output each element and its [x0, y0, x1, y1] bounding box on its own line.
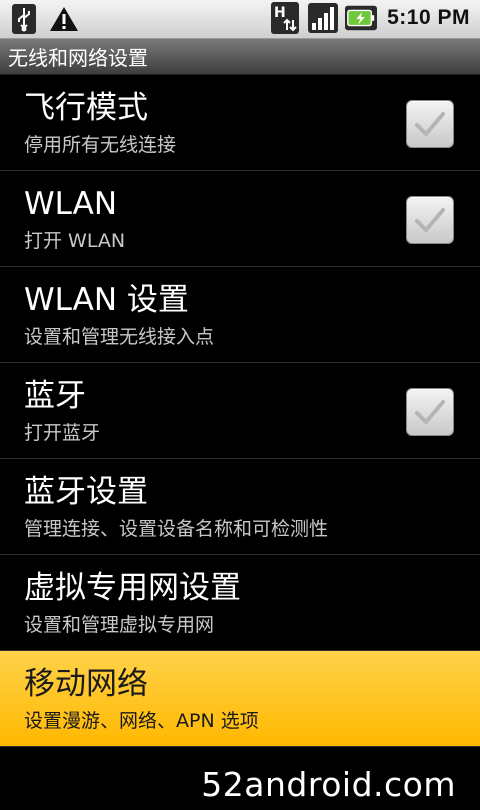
setting-title: WLAN 设置: [24, 282, 189, 318]
hspa-data-icon: H: [269, 2, 301, 34]
setting-subtitle: 设置和管理无线接入点: [24, 326, 215, 348]
check-icon: [415, 400, 445, 424]
setting-title: WLAN: [24, 186, 118, 222]
setting-subtitle: 设置和管理虚拟专用网: [24, 614, 215, 636]
bluetooth-checkbox[interactable]: [406, 388, 454, 436]
settings-list: 飞行模式 停用所有无线连接 WLAN 打开 WLAN WLAN 设置 设置和管理…: [0, 75, 480, 747]
status-bar: H 5:10 PM: [0, 0, 480, 39]
setting-wlan[interactable]: WLAN 打开 WLAN: [0, 171, 480, 267]
setting-bluetooth-settings[interactable]: 蓝牙设置 管理连接、设置设备名称和可检测性: [0, 459, 480, 555]
check-icon: [415, 208, 445, 232]
setting-subtitle: 设置漫游、网络、APN 选项: [24, 710, 259, 732]
setting-title: 移动网络: [24, 666, 148, 702]
warning-icon: [48, 3, 80, 35]
setting-title: 蓝牙设置: [24, 474, 148, 510]
setting-title: 蓝牙: [24, 378, 86, 414]
setting-subtitle: 停用所有无线连接: [24, 134, 177, 156]
page-title: 无线和网络设置: [8, 46, 148, 70]
setting-airplane-mode[interactable]: 飞行模式 停用所有无线连接: [0, 75, 480, 171]
setting-title: 飞行模式: [24, 90, 148, 126]
check-icon: [415, 112, 445, 136]
watermark-text: 52android.com: [201, 765, 456, 804]
setting-subtitle: 打开 WLAN: [24, 230, 126, 252]
status-time: 5:10 PM: [387, 6, 470, 29]
setting-title: 虚拟专用网设置: [24, 570, 241, 606]
airplane-mode-checkbox[interactable]: [406, 100, 454, 148]
title-bar: 无线和网络设置: [0, 39, 480, 75]
svg-text:H: H: [274, 5, 286, 21]
setting-mobile-networks[interactable]: 移动网络 设置漫游、网络、APN 选项: [0, 651, 480, 747]
battery-charging-icon: [345, 2, 378, 34]
wlan-checkbox[interactable]: [406, 196, 454, 244]
setting-bluetooth[interactable]: 蓝牙 打开蓝牙: [0, 363, 480, 459]
setting-vpn-settings[interactable]: 虚拟专用网设置 设置和管理虚拟专用网: [0, 555, 480, 651]
setting-subtitle: 打开蓝牙: [24, 422, 101, 444]
setting-wlan-settings[interactable]: WLAN 设置 设置和管理无线接入点: [0, 267, 480, 363]
setting-subtitle: 管理连接、设置设备名称和可检测性: [24, 518, 329, 540]
usb-icon: [8, 3, 40, 35]
signal-icon: [307, 2, 339, 34]
